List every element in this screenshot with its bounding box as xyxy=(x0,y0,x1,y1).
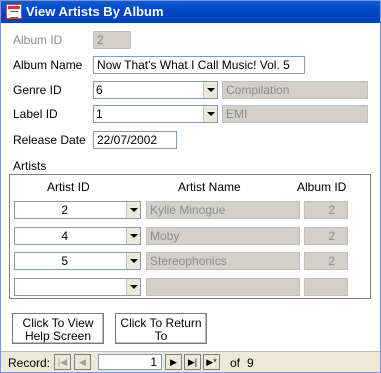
previous-record-icon[interactable]: ◀ xyxy=(74,354,91,370)
artist-id-combo[interactable] xyxy=(14,278,141,296)
artist-name-field xyxy=(146,278,300,296)
chevron-down-icon[interactable] xyxy=(126,279,140,295)
label-id-combo[interactable]: 1 xyxy=(93,105,218,123)
album-id-field: 2 xyxy=(93,31,131,49)
new-record-icon[interactable]: ▶* xyxy=(203,354,220,370)
genre-name-field: Compilation xyxy=(222,81,368,99)
record-number-input[interactable]: 1 xyxy=(98,354,162,370)
album-name-label: Album Name xyxy=(13,58,83,72)
column-header-artist-name: Artist Name xyxy=(178,180,241,194)
title-bar[interactable]: View Artists By Album xyxy=(1,1,380,23)
artist-id-value: 2 xyxy=(61,203,68,217)
chevron-down-icon[interactable] xyxy=(126,202,140,218)
album-name-field[interactable]: Now That's What I Call Music! Vol. 5 xyxy=(93,56,305,74)
artist-id-value: 5 xyxy=(61,254,68,268)
artist-id-combo[interactable]: 2 xyxy=(14,201,141,219)
artist-album-id-field: 2 xyxy=(304,201,348,219)
artist-album-id-field: 2 xyxy=(304,252,348,270)
label-id-value: 1 xyxy=(96,107,103,121)
artist-name-field: Kylie Minogue xyxy=(146,201,300,219)
artist-name-field: Stereophonics xyxy=(146,252,300,270)
record-navigation-bar: Record: |◀ ◀ 1 ▶ ▶| ▶* of 9 xyxy=(1,351,380,372)
chevron-down-icon[interactable] xyxy=(203,82,217,98)
genre-id-value: 6 xyxy=(96,83,103,97)
next-record-icon[interactable]: ▶ xyxy=(165,354,182,370)
help-screen-button[interactable]: Click To View Help Screen xyxy=(12,313,104,344)
record-label: Record: xyxy=(8,356,51,370)
artist-album-id-field xyxy=(304,278,348,296)
chevron-down-icon[interactable] xyxy=(126,253,140,269)
label-id-label: Label ID xyxy=(13,107,58,121)
window-title: View Artists By Album xyxy=(26,4,164,19)
column-header-album-id: Album ID xyxy=(297,180,347,194)
return-button[interactable]: Click To Return To xyxy=(115,313,207,344)
artist-name-field: Moby xyxy=(146,227,300,245)
artist-id-value: 4 xyxy=(61,229,68,243)
record-of-label: of xyxy=(230,356,241,370)
chevron-down-icon[interactable] xyxy=(126,228,140,244)
column-header-artist-id: Artist ID xyxy=(47,180,90,194)
first-record-icon[interactable]: |◀ xyxy=(54,354,71,370)
artists-section-label: Artists xyxy=(13,159,47,173)
label-name-field: EMI xyxy=(222,105,368,123)
form-window: View Artists By Album Album ID 2 Album N… xyxy=(0,0,381,373)
album-id-label: Album ID xyxy=(13,33,63,47)
chevron-down-icon[interactable] xyxy=(203,106,217,122)
release-date-field[interactable]: 22/07/2002 xyxy=(93,131,177,149)
last-record-icon[interactable]: ▶| xyxy=(184,354,201,370)
genre-id-label: Genre ID xyxy=(13,83,62,97)
artist-album-id-field: 2 xyxy=(304,227,348,245)
form-body: Album ID 2 Album Name Now That's What I … xyxy=(1,23,380,351)
genre-id-combo[interactable]: 6 xyxy=(93,81,218,99)
artists-subform: Artist ID Artist Name Album ID 2 Kylie M… xyxy=(9,174,371,299)
release-date-label: Release Date xyxy=(13,133,86,147)
record-count: 9 xyxy=(247,356,254,370)
artist-id-combo[interactable]: 5 xyxy=(14,252,141,270)
artist-id-combo[interactable]: 4 xyxy=(14,227,141,245)
form-icon xyxy=(6,4,22,19)
